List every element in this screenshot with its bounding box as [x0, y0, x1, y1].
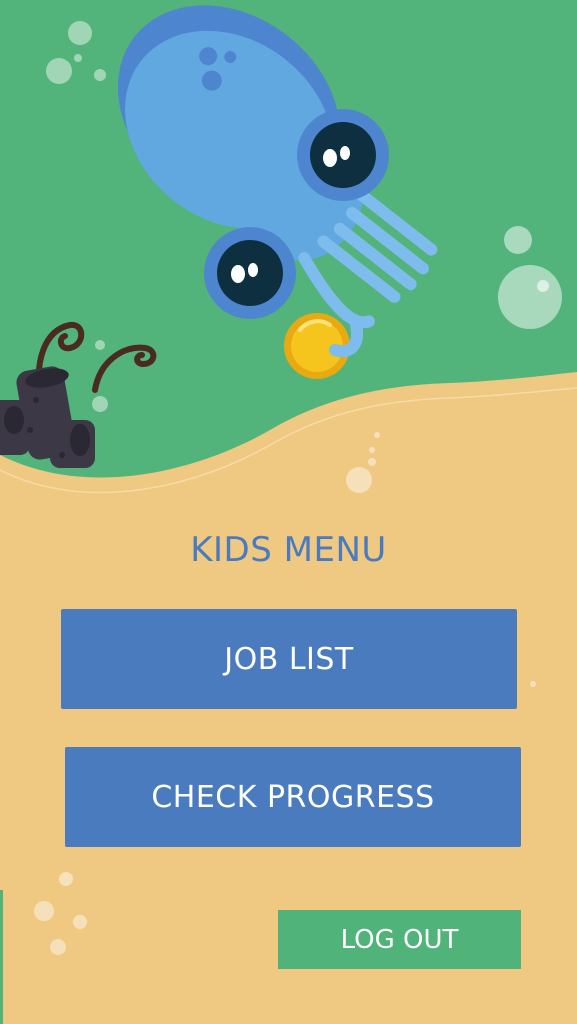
background-scene [0, 0, 577, 1024]
page-title: KIDS MENU [190, 530, 387, 570]
job-list-button[interactable]: JOB LIST [61, 609, 517, 709]
squid-eye-left [204, 227, 296, 319]
logout-button[interactable]: LOG OUT [278, 910, 521, 969]
squid-eye-right [297, 109, 389, 201]
check-progress-button[interactable]: CHECK PROGRESS [65, 747, 521, 847]
